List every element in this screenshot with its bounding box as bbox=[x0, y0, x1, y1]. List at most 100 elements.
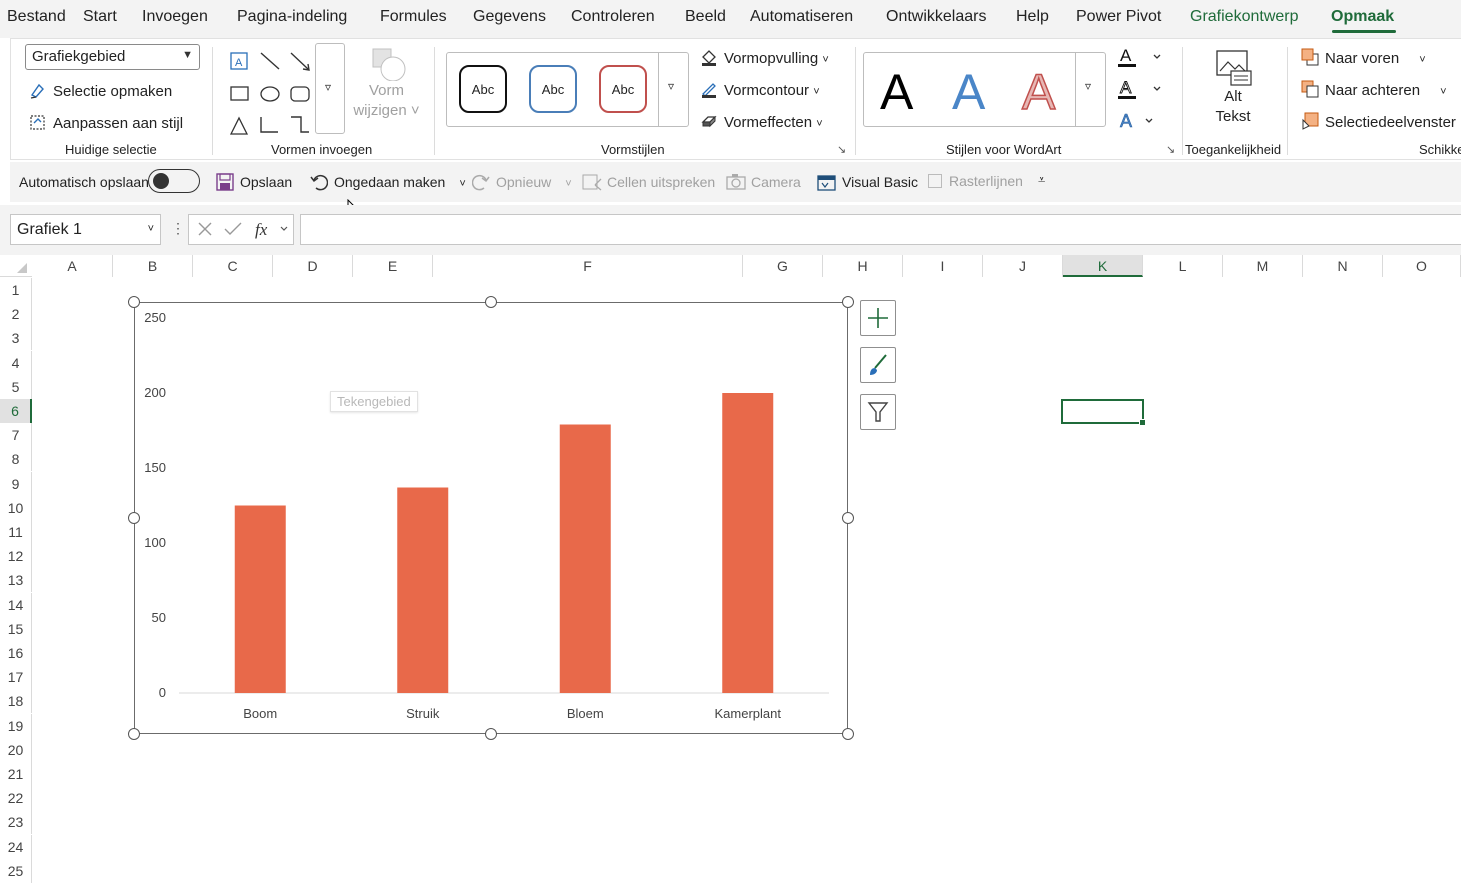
column-header[interactable]: B bbox=[113, 255, 193, 277]
undo-button[interactable]: Ongedaan maken ˅ bbox=[310, 173, 466, 191]
column-header[interactable]: F bbox=[433, 255, 743, 277]
shape-styles-more-button[interactable]: ▿ bbox=[658, 53, 689, 126]
row-header[interactable]: 16 bbox=[0, 641, 32, 665]
row-header[interactable]: 25 bbox=[0, 858, 32, 883]
row-header[interactable]: 8 bbox=[0, 447, 32, 472]
shape-style-preset-blue[interactable]: Abc bbox=[529, 65, 577, 113]
column-header[interactable]: A bbox=[32, 255, 113, 277]
text-fill-button[interactable]: A bbox=[1116, 45, 1164, 74]
tab-grafiekontwerp[interactable]: Grafiekontwerp bbox=[1190, 8, 1299, 26]
tab-bestand[interactable]: Bestand bbox=[7, 8, 66, 26]
send-backward-button[interactable]: Naar achteren ˅ bbox=[1301, 80, 1447, 99]
tab-formules[interactable]: Formules bbox=[380, 8, 447, 26]
save-button[interactable]: Opslaan bbox=[216, 173, 292, 191]
active-cell[interactable] bbox=[1061, 399, 1146, 426]
resize-handle-left[interactable] bbox=[128, 512, 140, 524]
resize-handle-bottom[interactable] bbox=[485, 728, 497, 740]
resize-handle-bottom-right[interactable] bbox=[842, 728, 854, 740]
shape-fill-button[interactable]: Vormopvulling ˅ bbox=[700, 48, 829, 67]
row-header[interactable]: 23 bbox=[0, 810, 32, 835]
selection-pane-button[interactable]: Selectiedeelvenster bbox=[1301, 112, 1456, 131]
column-header[interactable]: C bbox=[193, 255, 273, 277]
column-header[interactable]: E bbox=[353, 255, 433, 277]
column-header[interactable]: K bbox=[1063, 255, 1143, 277]
format-selection-button[interactable]: Selectie opmaken bbox=[29, 81, 172, 100]
resize-handle-bottom-left[interactable] bbox=[128, 728, 140, 740]
column-header[interactable]: O bbox=[1383, 255, 1461, 277]
tab-pagina-indeling[interactable]: Pagina-indeling bbox=[237, 8, 347, 26]
fill-handle[interactable] bbox=[1139, 419, 1146, 426]
shape-outline-button[interactable]: Vormcontour ˅ bbox=[700, 80, 820, 99]
chart-area[interactable]: 0 50 100 150 200 250 Boom Struik Bloem Kamerplant bbox=[134, 302, 848, 734]
shapes-gallery-more-button[interactable]: ▿ bbox=[315, 43, 345, 134]
name-box[interactable]: Grafiek 1 ˅ bbox=[10, 214, 161, 245]
chart-elements-button[interactable] bbox=[860, 300, 896, 336]
wordart-preset-black[interactable]: A bbox=[880, 63, 913, 121]
wordart-preset-red-outline[interactable]: A bbox=[1021, 63, 1056, 121]
tab-opmaak[interactable]: Opmaak bbox=[1331, 8, 1394, 26]
tab-invoegen[interactable]: Invoegen bbox=[142, 8, 208, 26]
resize-handle-top-right[interactable] bbox=[842, 296, 854, 308]
tab-controleren[interactable]: Controleren bbox=[571, 8, 655, 26]
shape-style-preset-black[interactable]: Abc bbox=[459, 65, 507, 113]
tab-gegevens[interactable]: Gegevens bbox=[473, 8, 546, 26]
column-header[interactable]: M bbox=[1223, 255, 1303, 277]
row-header[interactable]: 20 bbox=[0, 737, 32, 762]
tab-power-pivot[interactable]: Power Pivot bbox=[1076, 8, 1161, 26]
bring-forward-button[interactable]: Naar voren ˅ bbox=[1301, 48, 1426, 67]
row-header[interactable]: 13 bbox=[0, 568, 32, 593]
gridlines-checkbox[interactable]: Rasterlijnen bbox=[928, 173, 1023, 189]
row-header[interactable]: 3 bbox=[0, 326, 32, 351]
column-header[interactable]: L bbox=[1143, 255, 1223, 277]
row-header[interactable]: 9 bbox=[0, 471, 32, 496]
row-header[interactable]: 4 bbox=[0, 350, 32, 375]
row-header[interactable]: 5 bbox=[0, 374, 32, 399]
row-header[interactable]: 10 bbox=[0, 495, 32, 520]
row-header[interactable]: 18 bbox=[0, 689, 32, 714]
chevron-down-icon[interactable]: ˅ bbox=[565, 178, 571, 190]
wordart-more-button[interactable]: ▿ bbox=[1075, 53, 1106, 126]
text-effects-button[interactable]: A bbox=[1116, 109, 1164, 138]
change-shape-button[interactable]: Vorm wijzigen ˅ bbox=[349, 45, 424, 133]
reset-to-style-button[interactable]: Aanpassen aan stijl bbox=[29, 113, 183, 132]
text-outline-button[interactable]: A bbox=[1116, 77, 1164, 106]
row-header[interactable]: 24 bbox=[0, 834, 32, 859]
bar[interactable] bbox=[559, 424, 611, 694]
chevron-down-icon[interactable]: ˅ bbox=[459, 178, 465, 190]
wordart-preset-blue[interactable]: A bbox=[952, 63, 985, 121]
row-header[interactable]: 7 bbox=[0, 423, 32, 448]
tab-start[interactable]: Start bbox=[83, 8, 117, 26]
row-header[interactable]: 14 bbox=[0, 592, 32, 617]
bar[interactable] bbox=[234, 505, 286, 694]
autosave-toggle[interactable] bbox=[148, 169, 200, 193]
resize-handle-top[interactable] bbox=[485, 296, 497, 308]
column-header[interactable]: I bbox=[903, 255, 983, 277]
resize-handle-top-left[interactable] bbox=[128, 296, 140, 308]
row-header[interactable]: 21 bbox=[0, 762, 32, 786]
tab-automatiseren[interactable]: Automatiseren bbox=[750, 8, 853, 26]
camera-button[interactable]: Camera bbox=[726, 173, 801, 191]
bar[interactable] bbox=[397, 487, 449, 694]
column-header[interactable]: H bbox=[823, 255, 903, 277]
column-header[interactable]: G bbox=[743, 255, 823, 277]
dialog-launcher-icon[interactable]: ↘ bbox=[1166, 143, 1175, 156]
column-header[interactable]: N bbox=[1303, 255, 1383, 277]
row-header[interactable]: 15 bbox=[0, 616, 32, 641]
shape-style-preset-red[interactable]: Abc bbox=[599, 65, 647, 113]
redo-button[interactable]: Opnieuw ˅ bbox=[471, 173, 572, 191]
tab-ontwikkelaars[interactable]: Ontwikkelaars bbox=[886, 8, 986, 26]
row-header[interactable]: 12 bbox=[0, 544, 32, 569]
row-header[interactable]: 19 bbox=[0, 713, 32, 738]
tab-beeld[interactable]: Beeld bbox=[685, 8, 726, 26]
customize-toolbar-icon[interactable]: ⩡ bbox=[1038, 172, 1045, 188]
row-header[interactable]: 11 bbox=[0, 520, 32, 544]
row-header[interactable]: 6 bbox=[0, 399, 32, 423]
row-header[interactable]: 1 bbox=[0, 278, 32, 302]
chart-element-dropdown[interactable]: Grafiekgebied ▼ bbox=[25, 44, 200, 70]
visual-basic-button[interactable]: Visual Basic bbox=[817, 173, 918, 191]
bar[interactable] bbox=[722, 393, 774, 693]
alt-text-button[interactable]: Alt Tekst bbox=[1203, 47, 1263, 127]
more-options-icon[interactable]: ⋮ bbox=[171, 220, 185, 237]
tab-help[interactable]: Help bbox=[1016, 8, 1049, 26]
chart-filters-button[interactable] bbox=[860, 394, 896, 430]
